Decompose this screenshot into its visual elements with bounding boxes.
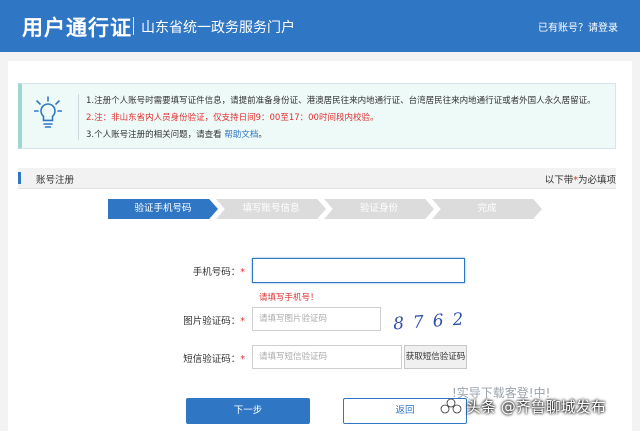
notice-line-3: 3.个人账号注册的相关问题，请查看 帮助文档。: [86, 128, 267, 140]
sms-label-text: 短信验证码：: [183, 354, 241, 365]
required-note-prefix: 以下带: [544, 175, 574, 186]
brand-title: 用户通行证: [22, 16, 132, 40]
next-step-button[interactable]: 下一步: [186, 398, 310, 424]
login-link[interactable]: 已有账号？请登录: [538, 19, 618, 34]
step-verify-phone: 验证手机号码: [108, 199, 218, 219]
watermark-text: 头条 @齐鲁聊城发布: [466, 397, 606, 416]
required-note-suffix: 为必填项: [577, 175, 616, 186]
required-note: 以下带*为必填项: [545, 172, 616, 186]
notice-line-1: 1.注册个人账号时需要填写证件信息，请提前准备身份证、港澳居民往来内地通行证、台…: [86, 96, 596, 106]
lightbulb-icon: [34, 96, 62, 128]
captcha-text: 8762: [393, 309, 463, 334]
toutiao-watermark: 头条 @齐鲁聊城发布: [440, 394, 606, 418]
progress-steps: 验证手机号码 填写账号信息 验证身份 完成: [108, 199, 548, 219]
get-sms-code-button[interactable]: 获取短信验证码: [404, 345, 467, 369]
notice-box: 1.注册个人账号时需要填写证件信息，请提前准备身份证、港澳居民往来内地通行证、台…: [18, 83, 616, 149]
section-header: 账号注册 以下带*为必填项: [18, 168, 616, 189]
step-verify-identity: 验证身份: [324, 199, 434, 219]
brand-divider: [133, 17, 134, 35]
captcha-image[interactable]: 8762: [391, 306, 463, 334]
captcha-label-text: 图片验证码：: [183, 316, 241, 327]
sms-input[interactable]: [252, 345, 402, 369]
phone-required-mark: *: [240, 267, 245, 278]
help-doc-link[interactable]: 帮助文档: [224, 130, 258, 140]
phone-error: 请填写手机号！: [259, 293, 319, 303]
step-complete: 完成: [432, 199, 542, 219]
toutiao-logo-icon: [440, 398, 462, 414]
notice-line-2: 2.注：非山东省内人员身份验证，仅支持日间9：00至17：00时间段内校验。: [86, 113, 379, 123]
notice-line-3-text: 3.个人账号注册的相关问题，请查看: [86, 130, 222, 140]
section-mark: [18, 172, 21, 184]
page-header: 用户通行证 山东省统一政务服务门户 已有账号？请登录: [0, 0, 640, 52]
sms-required-mark: *: [240, 354, 245, 365]
sms-label: 短信验证码：*: [165, 351, 245, 365]
captcha-required-mark: *: [240, 316, 245, 327]
captcha-input[interactable]: [252, 307, 381, 331]
section-title: 账号注册: [36, 175, 75, 186]
notice-divider: [78, 94, 79, 140]
notice-line-3-end: 。: [258, 130, 267, 140]
captcha-label: 图片验证码：*: [165, 313, 245, 327]
phone-label-text: 手机号码：: [192, 267, 241, 278]
phone-label: 手机号码：*: [165, 264, 245, 278]
portal-subtitle: 山东省统一政务服务门户: [141, 20, 295, 36]
phone-input[interactable]: [252, 258, 465, 283]
step-fill-account: 填写账号信息: [216, 199, 326, 219]
